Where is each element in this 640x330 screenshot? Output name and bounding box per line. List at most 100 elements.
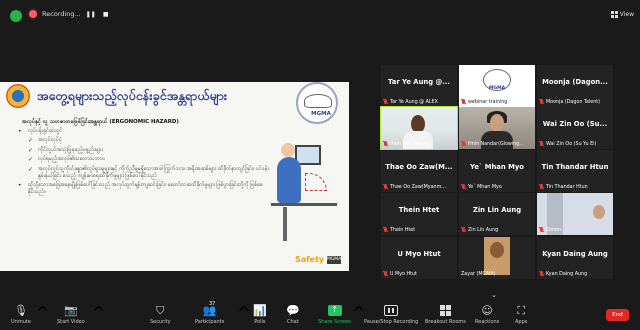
apps-label: Apps — [515, 319, 528, 325]
participant-tile[interactable]: Hnin Nandar(Glowing... — [459, 107, 535, 149]
brand-badge: MGMA — [326, 255, 342, 264]
share-screen-icon: ↑ — [327, 304, 342, 316]
muted-mic-icon — [539, 271, 544, 277]
participant-label: U Myo Htut — [390, 271, 417, 277]
bullet-item: • လုပ်ငန်းခွင်ထဲတွင် — [18, 128, 63, 135]
breakout-rooms-icon — [439, 304, 451, 316]
check-item: ✓ ကိုင်တွယ်အသုံးပြုရမည့်ပစ္စည်းများ — [28, 146, 103, 154]
recording-label: Recording... — [42, 10, 81, 18]
unmute-button[interactable]: 🎙 Unmute — [11, 303, 31, 326]
participant-tile[interactable]: Eimon — [537, 193, 613, 235]
pause-recording-label: Pause/Stop Recording — [364, 319, 419, 325]
slide-title: အတွေ့ရများသည့်လုပ်ငန်းခွင်အန္တရာယ်များ — [37, 88, 228, 103]
participant-label: webinar training — [468, 99, 508, 105]
apps-button[interactable]: ⛶ Apps — [515, 303, 528, 326]
muted-microphone-icon: 🎙 — [13, 303, 28, 317]
share-screen-button[interactable]: ↑ Share Screen — [318, 303, 351, 325]
polls-icon: 📊 — [253, 303, 267, 317]
check-item: ✓ အလုပ်လုပ်ပုံ — [28, 137, 62, 145]
muted-mic-icon — [383, 141, 388, 147]
participant-label: Hein Myo Naung — [390, 141, 430, 147]
video-options-caret-icon[interactable]: ^ — [92, 303, 105, 322]
participant-tile[interactable]: U Myo Htut U Myo Htut — [381, 237, 457, 279]
participant-display-name: Thein Htet — [398, 206, 440, 214]
participants-options-caret-icon[interactable]: ^ — [237, 303, 250, 322]
participant-count-badge: 37 — [209, 301, 216, 307]
pause-recording-icon[interactable]: ❚❚ — [86, 9, 96, 19]
security-button[interactable]: ⛉ Security — [150, 303, 171, 326]
participant-tile[interactable]: Tin Thandar Htun Tin Thandar Htun — [537, 150, 613, 192]
pause-recording-icon — [384, 304, 399, 316]
view-label: View — [619, 11, 634, 18]
participant-tile[interactable]: Kyan Daing Aung Kyan Daing Aung — [537, 237, 613, 279]
participant-tile-active-speaker[interactable]: Hein Myo Naung — [380, 106, 458, 150]
muted-mic-icon — [461, 227, 466, 233]
muted-mic-icon — [461, 141, 466, 147]
participant-tile[interactable]: MGMA webinar training — [459, 65, 535, 107]
end-meeting-button[interactable]: End — [606, 309, 629, 321]
smiley-icon: ☺ — [481, 303, 493, 317]
participant-label: Zayar (MGMA) — [461, 272, 496, 277]
grid-view-icon — [610, 11, 618, 18]
recording-dot-icon — [29, 10, 37, 18]
reactions-label: Reactions — [475, 319, 500, 325]
shared-screen-slide: အတွေ့ရများသည့်လုပ်ငန်းခွင်အန္တရာယ်များ M… — [0, 79, 349, 271]
posture-angle-mark — [305, 173, 327, 191]
share-screen-label: Share Screen — [318, 319, 352, 325]
participant-tile[interactable]: Wai Zin Oo (Su... Wai Zin Oo (Su Yu Ei) — [537, 107, 613, 149]
participant-avatar-image — [484, 237, 510, 275]
participant-logo-image: MGMA — [475, 65, 519, 97]
slide-subtitle: အလုပ်နှင့် လူ သဟဇာတမဖြစ်ခြင်းအန္တရာယ် (E… — [22, 119, 179, 125]
breakout-rooms-label: Breakout Rooms — [425, 319, 466, 325]
participant-display-name: Ye` Mhan Myo — [470, 163, 524, 171]
participant-label: Tin Thandar Htun — [546, 184, 588, 190]
logo-ring — [304, 94, 332, 108]
logo-text: MGMA — [311, 111, 331, 117]
person-head-illustration — [281, 143, 295, 157]
shield-icon: ⛉ — [156, 303, 165, 317]
participant-label: Moonja (Dagon Talent) — [546, 99, 601, 105]
participant-tile[interactable]: Zayar (MGMA) — [459, 237, 535, 279]
check-item: ✓ လုပ်ရမည့်အလုပ်၏သဘောသဘာဝ — [28, 156, 106, 164]
chat-button[interactable]: 💬 Chat — [286, 303, 300, 326]
breakout-rooms-button[interactable]: Breakout Rooms — [425, 303, 466, 325]
slide-top-strip — [0, 79, 349, 82]
pause-stop-recording-button[interactable]: Pause/Stop Recording — [364, 303, 418, 325]
participant-tile[interactable]: Tar Ye Aung @... Tar Ye Aung @ ALEX — [381, 65, 457, 107]
participant-display-name: Tar Ye Aung @... — [387, 78, 451, 86]
muted-mic-icon — [539, 99, 544, 105]
bullet-item: • ထိုသို့သောအခြေအနေမျိုးဖြစ်ပေါ်ခြင်းသည် … — [18, 182, 263, 196]
security-shield-icon[interactable] — [10, 10, 22, 22]
person-illustration — [277, 157, 301, 203]
reactions-button[interactable]: ☺ Reactions — [475, 303, 500, 326]
slide-emblem-icon — [6, 84, 30, 108]
stop-recording-icon[interactable]: ■ — [101, 9, 111, 19]
muted-mic-icon — [383, 227, 388, 233]
participant-display-name: Moonja (Dagon... — [542, 78, 608, 86]
participant-tile[interactable]: Ye` Mhan Myo Ye` Mhan Myo — [459, 150, 535, 192]
start-video-button[interactable]: 📷 Start Video — [57, 303, 85, 326]
participant-display-name: Zin Lin Aung — [472, 206, 522, 214]
participant-label: Zin Lin Aung — [468, 227, 499, 233]
participant-label: Eimon — [546, 227, 562, 233]
muted-mic-icon — [461, 99, 466, 105]
participant-tile[interactable]: Thein Htet Thein Htet — [381, 193, 457, 235]
polls-button[interactable]: 📊 Polls — [253, 303, 267, 326]
muted-mic-icon — [461, 184, 466, 190]
zoom-meeting-window: Recording... ❚❚ ■ View အတွေ့ရများသည့်လုပ… — [0, 0, 640, 330]
muted-mic-icon — [539, 184, 544, 190]
view-button[interactable]: View — [610, 11, 634, 18]
participant-tile[interactable]: Moonja (Dagon... Moonja (Dagon Talent) — [537, 65, 613, 107]
participant-tile[interactable]: Zin Lin Aung Zin Lin Aung — [459, 193, 535, 235]
participant-display-name: Thae Oo Zaw(M... — [385, 163, 453, 171]
mgma-logo: MGMA — [296, 82, 338, 124]
participant-tile[interactable]: Thae Oo Zaw(M... Thae Oo Zaw(Myanm... — [381, 150, 457, 192]
participant-label: Tar Ye Aung @ ALEX — [390, 99, 438, 105]
logo-text: MGMA — [488, 86, 506, 91]
participant-label: Thae Oo Zaw(Myanm... — [390, 184, 446, 190]
audio-options-caret-icon[interactable]: ^ — [36, 303, 49, 322]
chevron-down-icon[interactable]: ⌄ — [487, 290, 501, 300]
recording-indicator: Recording... ❚❚ ■ — [29, 9, 111, 19]
muted-mic-icon — [383, 184, 388, 190]
participants-button[interactable]: 👥 37 Participants — [195, 301, 224, 325]
